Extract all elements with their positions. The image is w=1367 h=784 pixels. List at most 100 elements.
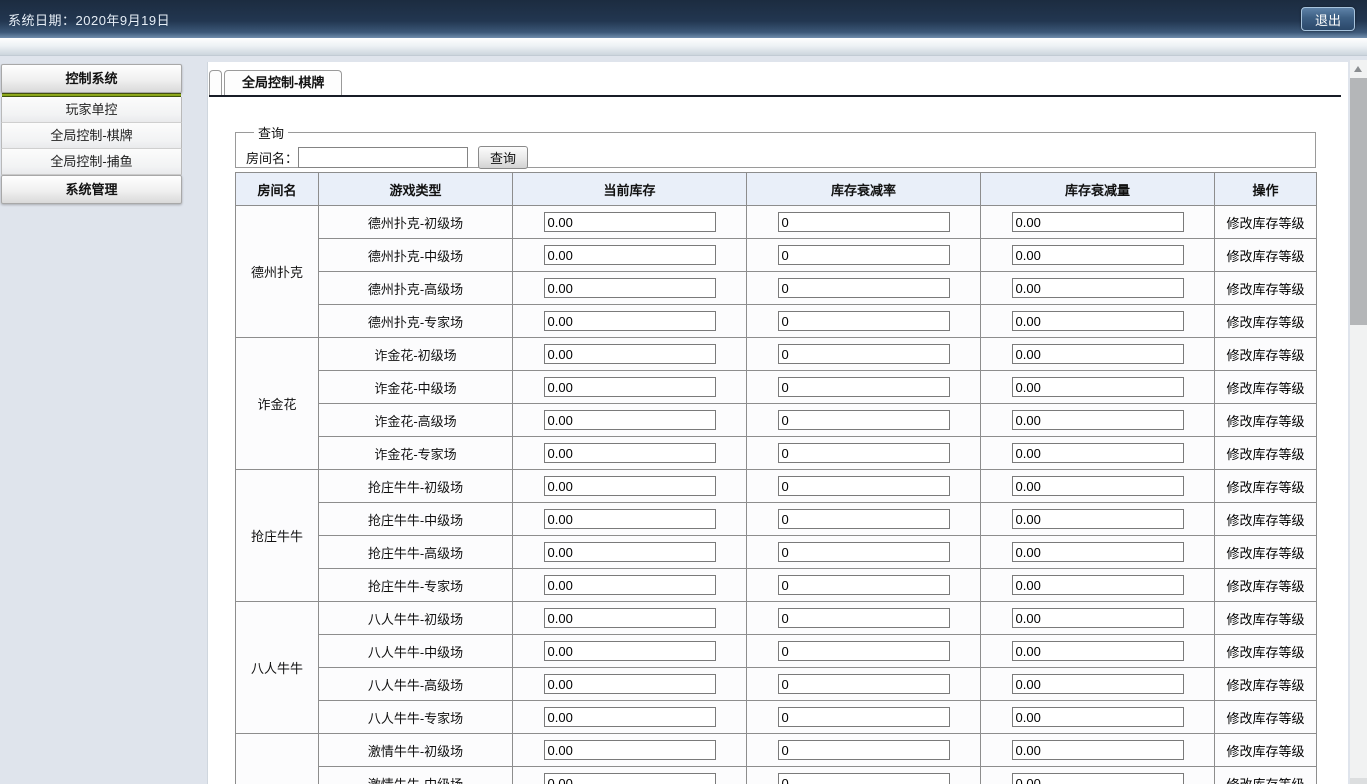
content-panel: 全局控制-棋牌 查询 房间名：查询 房间名游戏类型当前库存库存衰减率库存衰减量操… (207, 62, 1348, 784)
current-stock-input[interactable] (544, 707, 716, 727)
table-row: 德州扑克-专家场修改库存等级 (236, 305, 1317, 338)
scroll-up-button[interactable] (1350, 60, 1367, 77)
current-stock-input-cell (513, 602, 747, 635)
decay-rate-input[interactable] (778, 311, 950, 331)
decay-rate-input[interactable] (778, 245, 950, 265)
current-stock-input[interactable] (544, 476, 716, 496)
decay-rate-input[interactable] (778, 509, 950, 529)
topbar: 系统日期：2020年9月19日 退出 (0, 0, 1367, 38)
current-stock-input[interactable] (544, 212, 716, 232)
modify-stock-level-link[interactable]: 修改库存等级 (1226, 315, 1304, 330)
decay-amount-input[interactable] (1012, 575, 1184, 595)
decay-amount-input[interactable] (1012, 311, 1184, 331)
decay-amount-input[interactable] (1012, 278, 1184, 298)
sidebar-section-header-0[interactable]: 控制系统 (1, 64, 182, 93)
logout-button[interactable]: 退出 (1301, 7, 1355, 31)
decay-rate-input[interactable] (778, 344, 950, 364)
decay-amount-input[interactable] (1012, 674, 1184, 694)
decay-amount-input[interactable] (1012, 245, 1184, 265)
decay-rate-input[interactable] (778, 542, 950, 562)
vertical-scrollbar[interactable] (1350, 60, 1367, 784)
decay-amount-input[interactable] (1012, 707, 1184, 727)
decay-amount-input[interactable] (1012, 740, 1184, 760)
modify-stock-level-link[interactable]: 修改库存等级 (1226, 513, 1304, 528)
modify-stock-level-link[interactable]: 修改库存等级 (1226, 249, 1304, 264)
decay-rate-input[interactable] (778, 773, 950, 784)
decay-rate-input[interactable] (778, 377, 950, 397)
decay-rate-input[interactable] (778, 740, 950, 760)
decay-rate-input[interactable] (778, 410, 950, 430)
current-stock-input[interactable] (544, 509, 716, 529)
decay-rate-input-cell (747, 437, 981, 470)
decay-amount-input[interactable] (1012, 476, 1184, 496)
decay-rate-input[interactable] (778, 608, 950, 628)
current-stock-input[interactable] (544, 542, 716, 562)
modify-stock-level-link[interactable]: 修改库存等级 (1226, 645, 1304, 660)
room-name-input[interactable] (298, 147, 468, 168)
decay-amount-input-cell (981, 635, 1215, 668)
modify-stock-level-link[interactable]: 修改库存等级 (1226, 744, 1304, 759)
sidebar-item-3[interactable]: 全局控制-捕鱼 (1, 149, 182, 175)
modify-stock-level-link[interactable]: 修改库存等级 (1226, 447, 1304, 462)
decay-rate-input[interactable] (778, 278, 950, 298)
modify-stock-level-link[interactable]: 修改库存等级 (1226, 480, 1304, 495)
scrollbar-thumb[interactable] (1350, 78, 1367, 325)
decay-amount-input[interactable] (1012, 773, 1184, 784)
game-type-cell: 德州扑克-高级场 (319, 272, 513, 305)
decay-rate-input[interactable] (778, 443, 950, 463)
table-row: 八人牛牛-专家场修改库存等级 (236, 701, 1317, 734)
current-stock-input[interactable] (544, 278, 716, 298)
modify-stock-level-link[interactable]: 修改库存等级 (1226, 711, 1304, 726)
game-type-cell: 诈金花-中级场 (319, 371, 513, 404)
current-stock-input[interactable] (544, 344, 716, 364)
modify-stock-level-link[interactable]: 修改库存等级 (1226, 678, 1304, 693)
decay-amount-input[interactable] (1012, 344, 1184, 364)
decay-amount-input-cell (981, 272, 1215, 305)
current-stock-input[interactable] (544, 641, 716, 661)
current-stock-input[interactable] (544, 773, 716, 784)
sidebar-section-header-4[interactable]: 系统管理 (1, 175, 182, 204)
decay-amount-input[interactable] (1012, 608, 1184, 628)
current-stock-input[interactable] (544, 443, 716, 463)
current-stock-input[interactable] (544, 740, 716, 760)
search-button[interactable]: 查询 (478, 146, 528, 169)
action-cell: 修改库存等级 (1215, 272, 1317, 305)
current-stock-input[interactable] (544, 674, 716, 694)
decay-amount-input[interactable] (1012, 212, 1184, 232)
current-stock-input[interactable] (544, 311, 716, 331)
current-stock-input[interactable] (544, 410, 716, 430)
table-row: 抢庄牛牛-中级场修改库存等级 (236, 503, 1317, 536)
modify-stock-level-link[interactable]: 修改库存等级 (1226, 612, 1304, 627)
decay-amount-input[interactable] (1012, 509, 1184, 529)
current-stock-input[interactable] (544, 575, 716, 595)
decay-rate-input[interactable] (778, 674, 950, 694)
decay-amount-input[interactable] (1012, 443, 1184, 463)
modify-stock-level-link[interactable]: 修改库存等级 (1226, 282, 1304, 297)
decay-amount-input[interactable] (1012, 542, 1184, 562)
column-header: 操作 (1215, 173, 1317, 206)
game-type-cell: 激情牛牛-初级场 (319, 734, 513, 767)
sidebar-item-2[interactable]: 全局控制-棋牌 (1, 123, 182, 149)
modify-stock-level-link[interactable]: 修改库存等级 (1226, 348, 1304, 363)
tab-global-control-board[interactable]: 全局控制-棋牌 (224, 70, 342, 95)
scroll-down-button[interactable] (1350, 778, 1367, 784)
modify-stock-level-link[interactable]: 修改库存等级 (1226, 546, 1304, 561)
current-stock-input[interactable] (544, 608, 716, 628)
modify-stock-level-link[interactable]: 修改库存等级 (1226, 381, 1304, 396)
modify-stock-level-link[interactable]: 修改库存等级 (1226, 777, 1304, 784)
decay-amount-input[interactable] (1012, 377, 1184, 397)
decay-rate-input[interactable] (778, 641, 950, 661)
decay-rate-input[interactable] (778, 212, 950, 232)
decay-rate-input[interactable] (778, 476, 950, 496)
current-stock-input[interactable] (544, 377, 716, 397)
modify-stock-level-link[interactable]: 修改库存等级 (1226, 579, 1304, 594)
decay-amount-input[interactable] (1012, 410, 1184, 430)
modify-stock-level-link[interactable]: 修改库存等级 (1226, 216, 1304, 231)
sidebar-item-1[interactable]: 玩家单控 (1, 97, 182, 123)
decay-amount-input[interactable] (1012, 641, 1184, 661)
modify-stock-level-link[interactable]: 修改库存等级 (1226, 414, 1304, 429)
decay-rate-input[interactable] (778, 575, 950, 595)
decay-rate-input[interactable] (778, 707, 950, 727)
current-stock-input[interactable] (544, 245, 716, 265)
action-cell: 修改库存等级 (1215, 206, 1317, 239)
